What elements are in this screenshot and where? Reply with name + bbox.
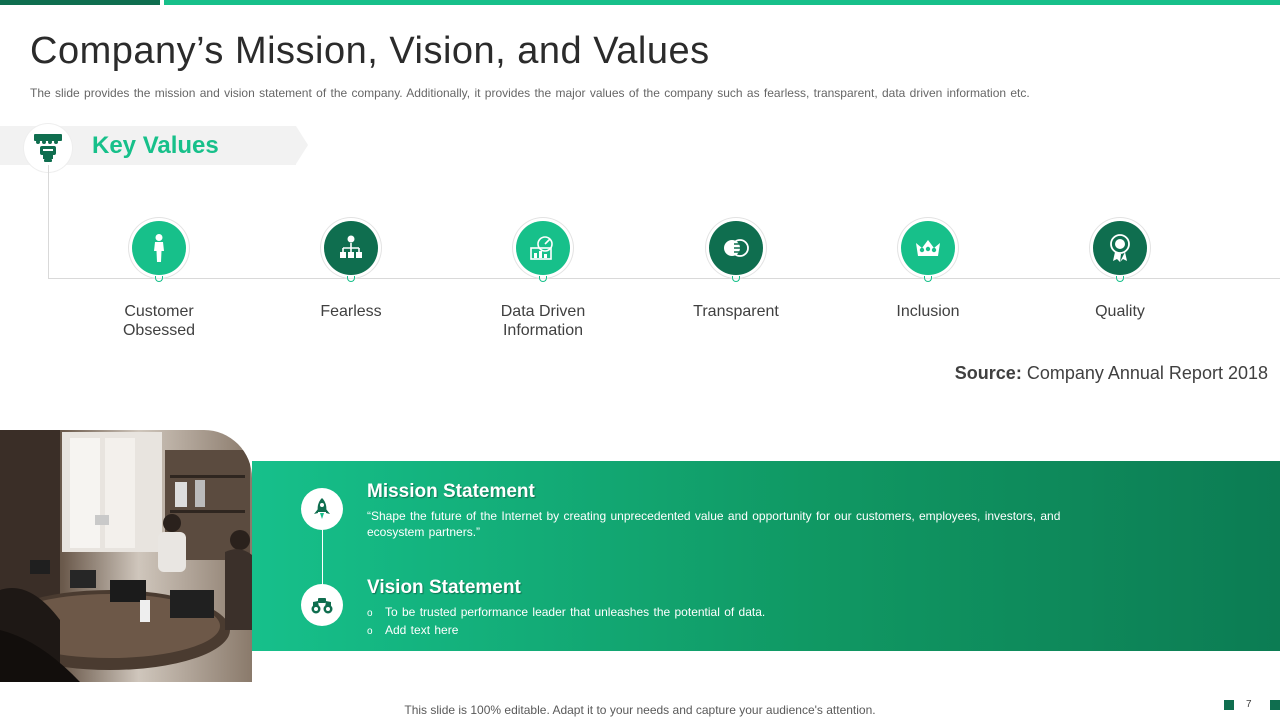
top-accent-bar-dark [0, 0, 160, 5]
bullet-marker: o [367, 626, 373, 637]
page-marker-left [1224, 700, 1234, 710]
overlap-circles-icon [709, 221, 763, 275]
timeline-vertical-line [48, 165, 49, 279]
list-item: o Add text here [367, 622, 1097, 640]
key-values-title: Key Values [92, 132, 219, 159]
value-label: Data Driven Information [500, 303, 586, 339]
value-label: Quality [1095, 303, 1145, 320]
source-citation: Source: Company Annual Report 2018 [955, 363, 1268, 384]
statement-connector-line [322, 530, 323, 586]
page-subtitle: The slide provides the mission and visio… [30, 86, 1030, 100]
top-accent-bar-light [164, 0, 1280, 5]
vision-statement-title: Vision Statement [367, 577, 521, 598]
source-text: Company Annual Report 2018 [1021, 363, 1268, 383]
group-crown-icon [901, 221, 955, 275]
value-label: Inclusion [896, 303, 960, 320]
meeting-photo [0, 430, 252, 682]
binoculars-icon [301, 584, 343, 626]
value-inclusion: Inclusion [848, 218, 1008, 321]
person-icon [132, 221, 186, 275]
page-marker-right [1270, 700, 1280, 710]
bullet-marker: o [367, 608, 373, 619]
value-customer-obsessed: Customer Obsessed [79, 218, 239, 340]
rocket-icon [301, 488, 343, 530]
value-fearless: Fearless [271, 218, 431, 321]
page-number: 7 [1246, 699, 1252, 710]
hierarchy-icon [324, 221, 378, 275]
vision-statement-list: o To be trusted performance leader that … [367, 604, 1097, 640]
value-quality: Quality [1040, 218, 1200, 321]
value-data-driven-information: Data Driven Information [463, 218, 623, 340]
footer-note: This slide is 100% editable. Adapt it to… [404, 703, 876, 717]
page-title: Company’s Mission, Vision, and Values [30, 30, 710, 72]
mission-statement-text: “Shape the future of the Internet by cre… [367, 509, 1061, 539]
value-label: Fearless [320, 303, 382, 320]
value-transparent: Transparent [656, 218, 816, 321]
source-label: Source: [954, 363, 1022, 383]
value-label: Customer Obsessed [122, 303, 196, 339]
award-badge-icon [1093, 221, 1147, 275]
value-label: Transparent [693, 303, 779, 320]
data-chart-icon [516, 221, 570, 275]
list-item: o To be trusted performance leader that … [367, 604, 1097, 622]
mission-statement-title: Mission Statement [367, 481, 535, 502]
